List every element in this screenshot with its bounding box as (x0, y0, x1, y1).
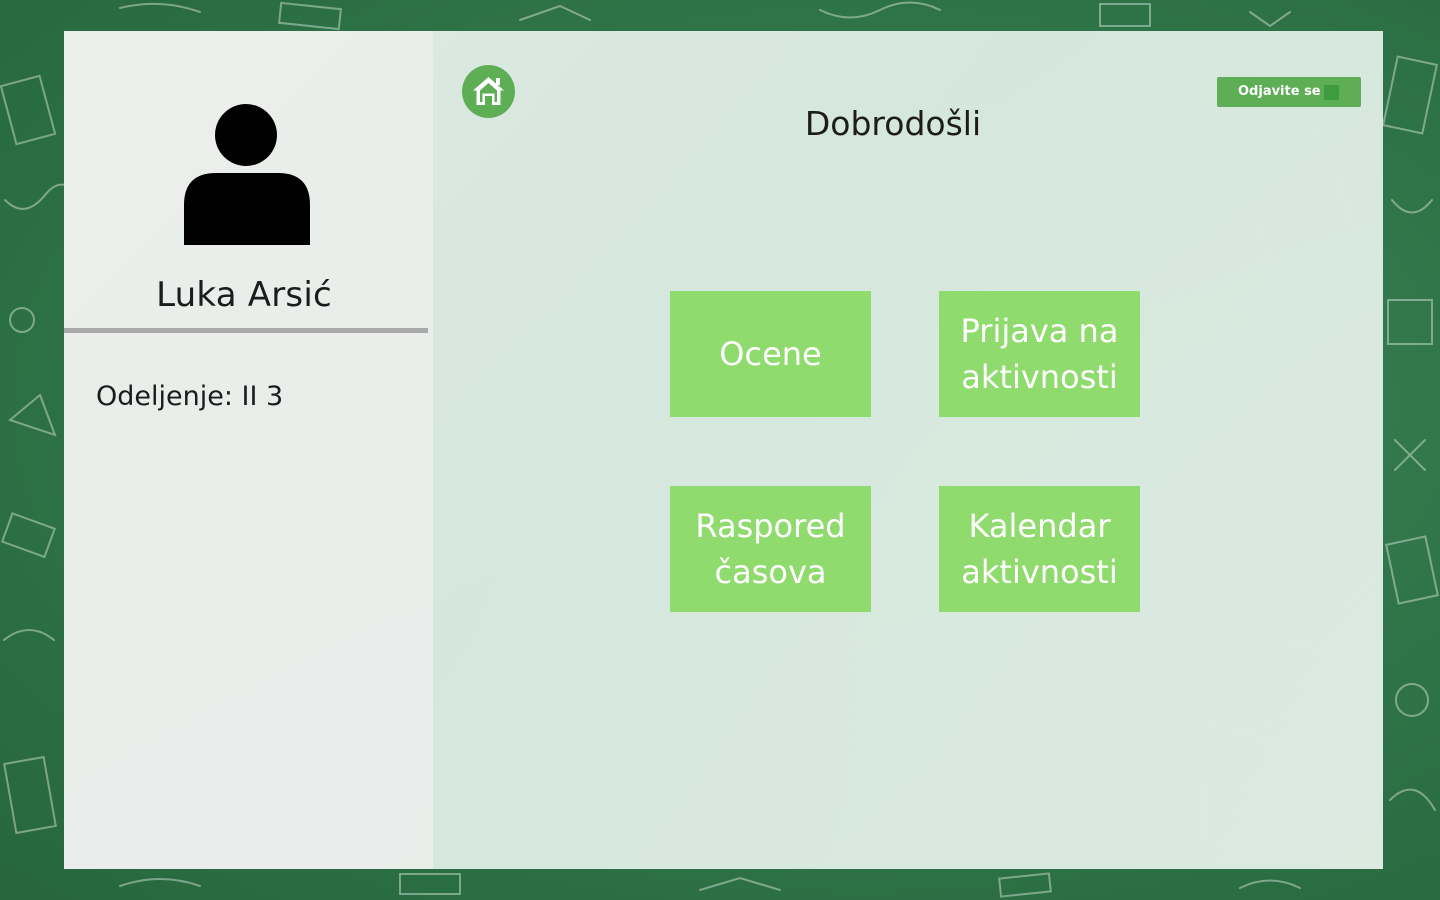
class-label: Odeljenje: II 3 (96, 381, 284, 412)
home-icon (473, 77, 504, 105)
tile-ocene[interactable]: Ocene (670, 291, 871, 417)
profile-sidebar: Luka Arsić Odeljenje: II 3 (64, 31, 433, 869)
home-button[interactable] (462, 65, 515, 118)
user-name: Luka Arsić (156, 275, 332, 315)
user-avatar-icon (184, 104, 310, 245)
page-title: Dobrodošli (804, 104, 982, 143)
tile-prijava-na-aktivnosti[interactable]: Prijava na aktivnosti (939, 291, 1140, 417)
logout-label: Odjavite se (1238, 84, 1321, 99)
logout-square-icon (1324, 85, 1339, 100)
tile-raspored-casova[interactable]: Raspored časova (670, 486, 871, 612)
logout-button[interactable]: Odjavite se (1217, 77, 1361, 107)
name-divider (64, 328, 428, 333)
tile-kalendar-aktivnosti[interactable]: Kalendar aktivnosti (939, 486, 1140, 612)
